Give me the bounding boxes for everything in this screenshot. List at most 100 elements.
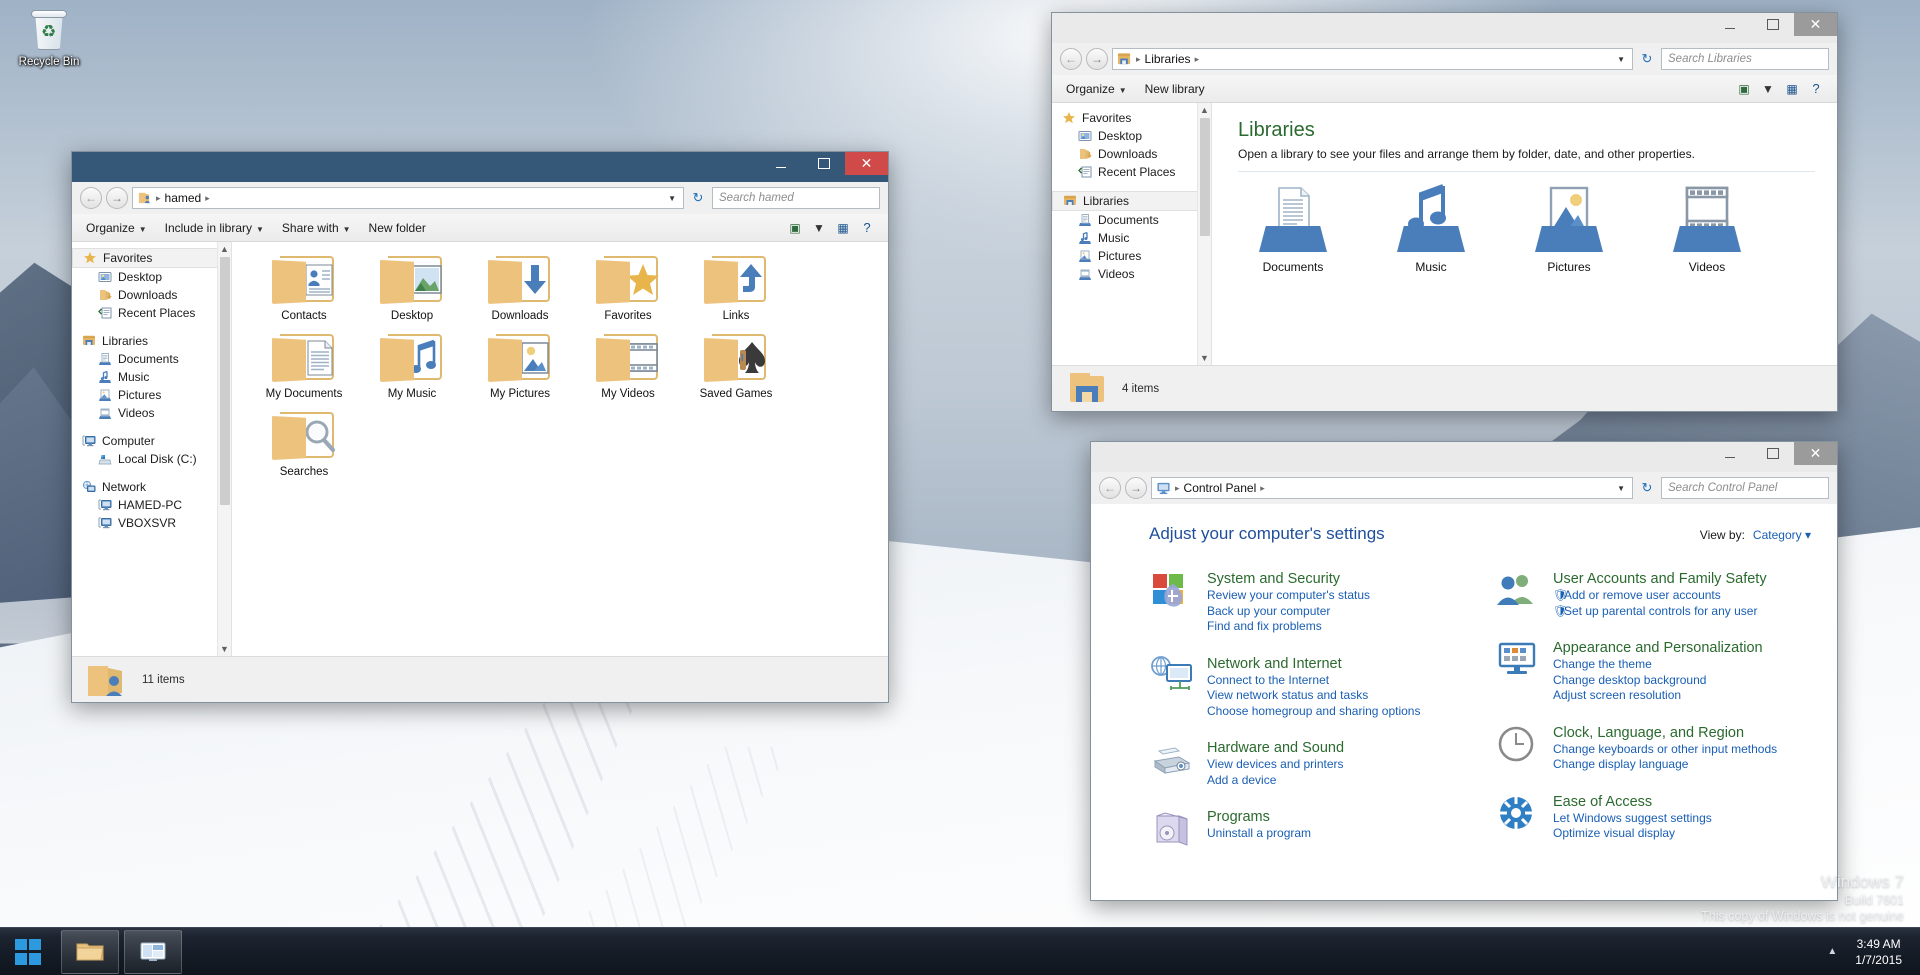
control-panel-category-title[interactable]: Network and Internet [1207, 655, 1420, 673]
control-panel-link[interactable]: Find and fix problems [1207, 619, 1370, 635]
hamed-crumb-sep-2[interactable]: ▸ [203, 193, 212, 204]
control-panel-crumb-sep-2[interactable]: ▸ [1258, 483, 1267, 494]
nav-item-music[interactable]: Music [72, 368, 231, 386]
nav-item-documents[interactable]: Documents [1052, 211, 1211, 229]
control-panel-category-programs[interactable]: Programs Uninstall a program [1149, 808, 1465, 848]
hamed-organize-button[interactable]: Organize ▼ [78, 218, 155, 238]
control-panel-category-appearance-and-personalization[interactable]: Appearance and Personalization Change the… [1495, 639, 1811, 704]
file-item-my-music[interactable]: My Music [358, 332, 466, 400]
control-panel-close-button[interactable]: ✕ [1794, 442, 1837, 465]
control-panel-link[interactable]: Optimize visual display [1553, 826, 1712, 842]
view-by-value[interactable]: Category ▾ [1753, 528, 1811, 542]
library-item-videos[interactable]: Videos [1652, 182, 1762, 274]
control-panel-link[interactable]: Back up your computer [1207, 604, 1370, 620]
control-panel-category-clock-language-and-region[interactable]: Clock, Language, and Region Change keyboa… [1495, 724, 1811, 773]
hamed-item-grid[interactable]: Contacts Desktop Downloads Favorites Links My… [232, 242, 888, 488]
nav-item-downloads[interactable]: Downloads [72, 286, 231, 304]
libraries-back-button[interactable]: ← [1060, 48, 1082, 70]
library-item-pictures[interactable]: Pictures [1514, 182, 1624, 274]
control-panel-category-title[interactable]: User Accounts and Family Safety [1553, 570, 1767, 588]
nav-item-libraries[interactable]: Libraries [72, 332, 231, 350]
hamed-close-button[interactable]: ✕ [845, 152, 888, 175]
control-panel-link[interactable]: Add a device [1207, 773, 1344, 789]
control-panel-address-bar[interactable]: ← → ▸ Control Panel ▸ ▼ ↻ Search Control… [1091, 472, 1837, 504]
scroll-up-icon[interactable]: ▲ [220, 242, 229, 256]
libraries-close-button[interactable]: ✕ [1794, 13, 1837, 36]
hamed-back-button[interactable]: ← [80, 187, 102, 209]
control-panel-link[interactable]: Change display language [1553, 757, 1777, 773]
nav-item-music[interactable]: Music [1052, 229, 1211, 247]
hamed-maximize-button[interactable] [802, 152, 845, 175]
control-panel-minimize-button[interactable] [1708, 442, 1751, 465]
control-panel-history-caret-icon[interactable]: ▼ [1617, 484, 1628, 493]
hamed-content-pane[interactable]: Contacts Desktop Downloads Favorites Links My… [232, 242, 888, 656]
control-panel-link[interactable]: View network status and tasks [1207, 688, 1420, 704]
libraries-search-input[interactable]: Search Libraries [1661, 48, 1829, 70]
hamed-titlebar[interactable]: ✕ [72, 152, 888, 182]
hamed-address-bar[interactable]: ← → ▸ hamed ▸ ▼ ↻ Search hamed [72, 182, 888, 214]
control-panel-crumb-label[interactable]: Control Panel [1184, 481, 1257, 495]
nav-item-pictures[interactable]: Pictures [1052, 247, 1211, 265]
control-panel-link[interactable]: 🛡Set up parental controls for any user [1553, 604, 1767, 620]
window-libraries[interactable]: ✕ ← → ▸ Libraries ▸ ▼ ↻ Search Libraries… [1051, 12, 1838, 412]
libraries-crumb-label[interactable]: Libraries [1145, 52, 1191, 66]
file-item-my-pictures[interactable]: My Pictures [466, 332, 574, 400]
control-panel-link[interactable]: Adjust screen resolution [1553, 688, 1763, 704]
nav-item-recent-places[interactable]: Recent Places [1052, 163, 1211, 181]
nav-item-hamed-pc[interactable]: HAMED-PC [72, 496, 231, 514]
desktop-icon-recycle-bin[interactable]: ♻ Recycle Bin [6, 8, 92, 69]
control-panel-link[interactable]: Connect to the Internet [1207, 673, 1420, 689]
libraries-minimize-button[interactable] [1708, 13, 1751, 36]
control-panel-view-by[interactable]: View by: Category ▾ [1700, 528, 1811, 542]
show-hidden-icons-button[interactable]: ▲ [1813, 946, 1851, 957]
libraries-breadcrumb[interactable]: ▸ Libraries ▸ ▼ [1112, 48, 1633, 70]
control-panel-category-title[interactable]: Hardware and Sound [1207, 739, 1344, 757]
nav-item-favorites[interactable]: Favorites [1052, 109, 1211, 127]
control-panel-category-user-accounts-and-family-safety[interactable]: User Accounts and Family Safety 🛡Add or r… [1495, 570, 1811, 619]
control-panel-category-hardware-and-sound[interactable]: Hardware and Sound View devices and print… [1149, 739, 1465, 788]
hamed-view-dropdown-icon[interactable]: ▼ [808, 218, 830, 238]
taskbar-button-control-panel[interactable] [124, 929, 182, 974]
taskbar-clock[interactable]: 3:49 AM 1/7/2015 [1851, 936, 1920, 968]
control-panel-link[interactable]: Uninstall a program [1207, 826, 1311, 842]
libraries-new-library-button[interactable]: New library [1137, 79, 1213, 99]
file-item-desktop[interactable]: Desktop [358, 254, 466, 322]
file-item-downloads[interactable]: Downloads [466, 254, 574, 322]
scroll-down-icon[interactable]: ▼ [1200, 351, 1209, 365]
hamed-share-with-button[interactable]: Share with ▼ [274, 218, 359, 238]
file-item-searches[interactable]: Searches [250, 410, 358, 478]
nav-item-libraries[interactable]: Libraries [1052, 191, 1207, 211]
control-panel-titlebar[interactable]: ✕ [1091, 442, 1837, 472]
control-panel-breadcrumb[interactable]: ▸ Control Panel ▸ ▼ [1151, 477, 1633, 499]
libraries-content-pane[interactable]: Libraries Open a library to see your fil… [1212, 103, 1837, 365]
start-button[interactable] [0, 928, 56, 975]
file-item-my-documents[interactable]: My Documents [250, 332, 358, 400]
libraries-titlebar[interactable]: ✕ [1052, 13, 1837, 43]
nav-item-favorites[interactable]: Favorites [72, 248, 227, 268]
control-panel-maximize-button[interactable] [1751, 442, 1794, 465]
hamed-breadcrumb[interactable]: ▸ hamed ▸ ▼ [132, 187, 684, 209]
nav-item-recent-places[interactable]: Recent Places [72, 304, 231, 322]
hamed-refresh-icon[interactable]: ↻ [688, 190, 708, 206]
file-item-links[interactable]: Links [682, 254, 790, 322]
hamed-help-button[interactable]: ? [856, 218, 878, 238]
nav-item-desktop[interactable]: Desktop [72, 268, 231, 286]
nav-item-videos[interactable]: Videos [1052, 265, 1211, 283]
libraries-view-icon[interactable]: ▣ [1733, 79, 1755, 99]
libraries-maximize-button[interactable] [1751, 13, 1794, 36]
nav-item-videos[interactable]: Videos [72, 404, 231, 422]
nav-item-network[interactable]: Network [72, 478, 231, 496]
file-item-contacts[interactable]: Contacts [250, 254, 358, 322]
control-panel-search-input[interactable]: Search Control Panel [1661, 477, 1829, 499]
nav-item-documents[interactable]: Documents [72, 350, 231, 368]
nav-item-desktop[interactable]: Desktop [1052, 127, 1211, 145]
hamed-include-in-library-button[interactable]: Include in library ▼ [157, 218, 272, 238]
taskbar[interactable]: ▲ 3:49 AM 1/7/2015 [0, 927, 1920, 975]
control-panel-forward-button[interactable]: → [1125, 477, 1147, 499]
control-panel-link[interactable]: View devices and printers [1207, 757, 1344, 773]
nav-item-vboxsvr[interactable]: VBOXSVR [72, 514, 231, 532]
hamed-minimize-button[interactable] [759, 152, 802, 175]
libraries-address-bar[interactable]: ← → ▸ Libraries ▸ ▼ ↻ Search Libraries [1052, 43, 1837, 75]
nav-item-local-disk-c[interactable]: Local Disk (C:) [72, 450, 231, 468]
control-panel-back-button[interactable]: ← [1099, 477, 1121, 499]
